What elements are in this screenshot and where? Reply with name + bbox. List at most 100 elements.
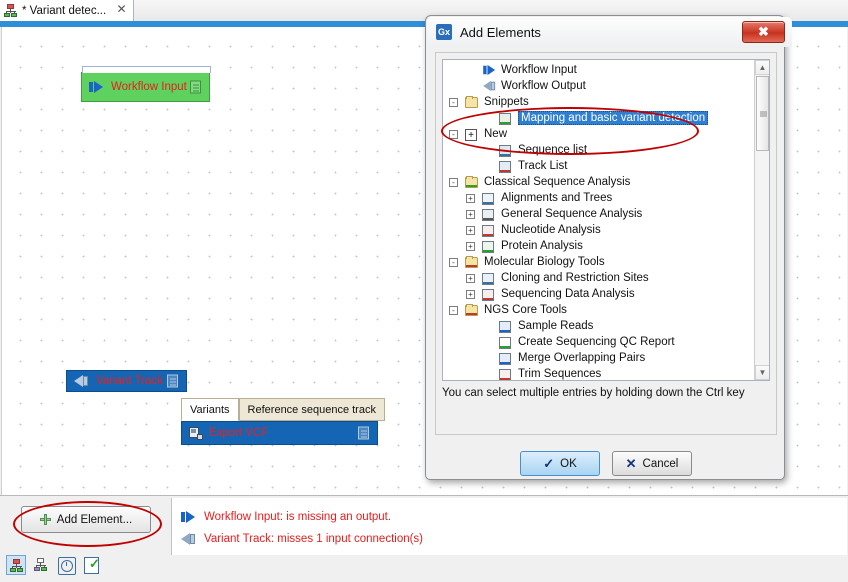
tree-item-new[interactable]: - + New — [443, 126, 748, 142]
tree-item-general-sequence-analysis[interactable]: + General Sequence Analysis — [443, 206, 748, 222]
tree-item-sequencing-data-analysis[interactable]: + Sequencing Data Analysis — [443, 286, 748, 302]
snippet-icon — [499, 112, 514, 125]
expand-toggle-icon[interactable]: + — [466, 241, 475, 251]
cancel-button[interactable]: ✕ Cancel — [612, 451, 692, 476]
tree-item-label: New — [484, 128, 508, 140]
elements-tree-list[interactable]: Workflow Input Workflow Output - Snippets Ma… — [443, 62, 748, 380]
workflow-design-icon[interactable] — [6, 555, 26, 575]
close-icon[interactable]: ✖ — [742, 21, 785, 43]
scroll-up-icon[interactable]: ▲ — [755, 60, 769, 75]
trim-icon — [499, 368, 514, 380]
tree-item-molecular-biology-tools[interactable]: - Molecular Biology Tools — [443, 254, 748, 270]
node-port-tabs[interactable]: Variants Reference sequence track — [181, 398, 385, 421]
node-label: Export VCF — [209, 427, 269, 439]
dialog-body: Workflow Input Workflow Output - Snippets Ma… — [435, 52, 777, 435]
document-icon — [358, 426, 369, 440]
collapse-toggle-icon[interactable]: - — [449, 97, 458, 107]
collapse-toggle-icon[interactable]: - — [449, 305, 458, 315]
message-row: Workflow Input: is missing an output. — [181, 506, 847, 528]
tab-variant-detection[interactable]: * Variant detec... ✕ — [0, 0, 134, 21]
port-tab-reference-sequence-track[interactable]: Reference sequence track — [238, 398, 385, 421]
tree-item-label: Sequencing Data Analysis — [501, 288, 635, 300]
qc-report-icon — [499, 336, 514, 349]
plus-icon — [39, 514, 51, 525]
cancel-label: Cancel — [642, 457, 679, 470]
collapse-toggle-icon[interactable]: - — [449, 257, 458, 267]
ok-button[interactable]: ✓ OK — [520, 451, 600, 476]
node-workflow-input[interactable]: Workflow Input — [81, 66, 211, 102]
tree-item-cloning-and-restriction-sites[interactable]: + Cloning and Restriction Sites — [443, 270, 748, 286]
tree-item-protein-analysis[interactable]: + Protein Analysis — [443, 238, 748, 254]
tree-item-alignments-and-trees[interactable]: + Alignments and Trees — [443, 190, 748, 206]
elements-tree[interactable]: Workflow Input Workflow Output - Snippets Ma… — [442, 59, 770, 381]
scroll-down-icon[interactable]: ▼ — [755, 365, 769, 380]
node-label: Variant Track — [96, 375, 163, 387]
general-seq-icon — [482, 208, 497, 221]
dialog-title-bar: Gx Add Elements ✖ — [427, 17, 792, 47]
view-mode-toolbar[interactable]: ✓ — [6, 553, 406, 577]
history-icon[interactable] — [56, 555, 76, 575]
port-tab-variants[interactable]: Variants — [181, 398, 239, 421]
expand-toggle-icon[interactable]: + — [466, 225, 475, 235]
tree-item-track-list[interactable]: Track List — [443, 158, 748, 174]
tree-item-ngs-core-tools[interactable]: - NGS Core Tools — [443, 302, 748, 318]
tree-item-label: NGS Core Tools — [484, 304, 567, 316]
tree-item-workflow-output[interactable]: Workflow Output — [443, 78, 748, 94]
scrollbar-thumb[interactable] — [756, 76, 769, 151]
expand-toggle-icon[interactable]: + — [466, 273, 475, 283]
merge-pairs-icon — [499, 352, 514, 365]
tree-item-create-sequencing-qc-report[interactable]: Create Sequencing QC Report — [443, 334, 748, 350]
collapse-toggle-icon[interactable]: - — [449, 129, 458, 139]
validation-messages: Workflow Input: is missing an output. Va… — [171, 498, 847, 555]
sample-reads-icon — [499, 320, 514, 333]
tree-item-mapping-and-basic-variant-detection[interactable]: Mapping and basic variant detection — [443, 110, 748, 126]
add-element-button[interactable]: Add Element... — [21, 506, 151, 533]
tree-item-workflow-input[interactable]: Workflow Input — [443, 62, 748, 78]
tree-item-label: Track List — [518, 160, 568, 172]
tree-item-merge-overlapping-pairs[interactable]: Merge Overlapping Pairs — [443, 350, 748, 366]
molbio-icon — [465, 255, 480, 269]
tree-item-nucleotide-analysis[interactable]: + Nucleotide Analysis — [443, 222, 748, 238]
node-variant-track[interactable]: Variant Track — [66, 370, 187, 392]
tree-item-sequence-list[interactable]: Sequence list — [443, 142, 748, 158]
seqdata-icon — [482, 288, 497, 301]
expand-toggle-icon[interactable]: + — [466, 193, 475, 203]
add-elements-dialog[interactable]: Gx Add Elements ✖ Workflow Input Workflow… — [425, 15, 792, 480]
arrow-in-icon — [89, 81, 105, 93]
tree-scrollbar[interactable]: ▲ ▼ — [754, 60, 769, 380]
grip-icon — [760, 111, 767, 116]
tree-item-label: Classical Sequence Analysis — [484, 176, 631, 188]
sequence-list-icon — [499, 144, 514, 157]
arrow-in-icon — [482, 64, 497, 77]
validate-icon[interactable]: ✓ — [81, 555, 101, 575]
node-export-vcf[interactable]: Export VCF — [181, 421, 378, 445]
tree-item-sample-reads[interactable]: Sample Reads — [443, 318, 748, 334]
close-icon[interactable]: ✕ — [116, 3, 127, 15]
node-label: Workflow Input — [111, 81, 187, 93]
tree-item-snippets[interactable]: - Snippets — [443, 94, 748, 110]
tree-item-classical-sequence-analysis[interactable]: - Classical Sequence Analysis — [443, 174, 748, 190]
tree-item-trim-sequences[interactable]: Trim Sequences — [443, 366, 748, 380]
expand-toggle-icon[interactable]: + — [466, 289, 475, 299]
cross-icon: ✕ — [625, 455, 637, 471]
collapse-toggle-icon[interactable]: - — [449, 177, 458, 187]
alignment-icon — [482, 192, 497, 205]
expand-toggle-icon[interactable]: + — [466, 209, 475, 219]
workflow-run-icon[interactable] — [31, 555, 51, 575]
